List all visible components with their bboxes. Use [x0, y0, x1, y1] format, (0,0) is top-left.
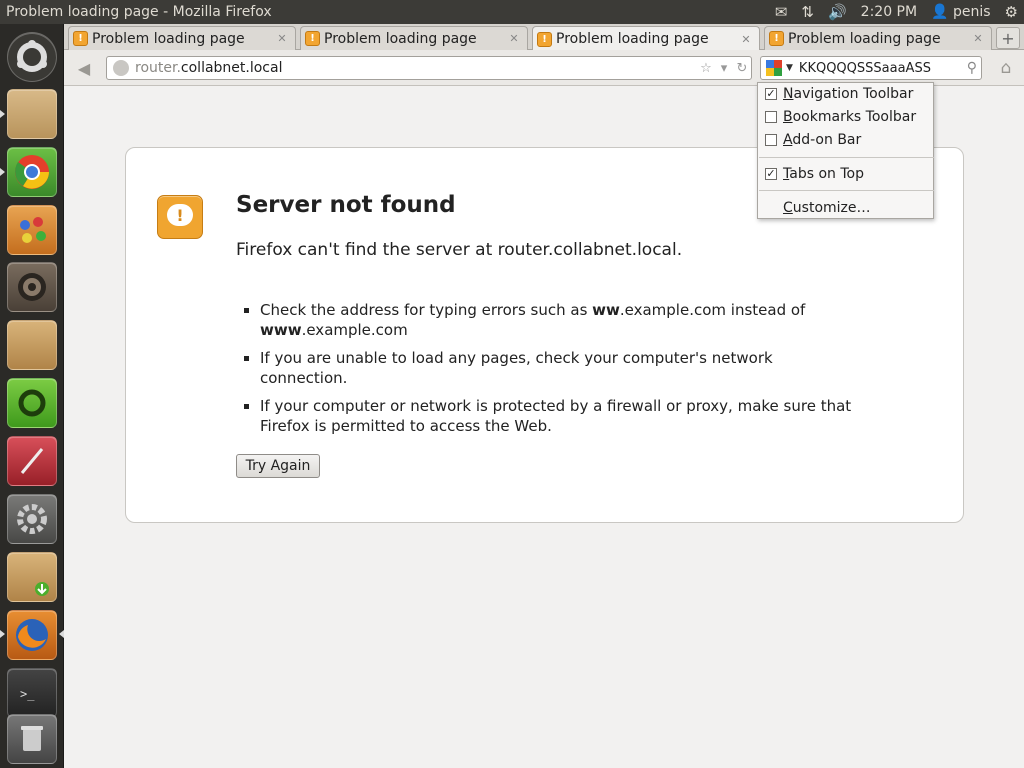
tab-4[interactable]: ! Problem loading page ✕ — [764, 26, 992, 50]
menu-item-label: Tabs on Top — [783, 166, 864, 182]
search-bar[interactable]: ▼ KKQQQQSSSaaaASS ⚲ — [760, 56, 982, 80]
menu-item-label: Add-on Bar — [783, 132, 862, 148]
search-icon[interactable]: ⚲ — [967, 60, 977, 76]
gear-icon[interactable]: ⚙ — [1005, 4, 1018, 20]
back-arrow-icon: ◀ — [77, 58, 91, 78]
speaker-icon[interactable] — [7, 262, 57, 312]
tab-label: Problem loading page — [788, 30, 941, 47]
url-text[interactable]: router.collabnet.local — [135, 60, 697, 76]
files-icon[interactable] — [7, 89, 57, 139]
menu-item-navigation-toolbar[interactable]: ✓ Navigation Toolbar — [758, 83, 933, 105]
user-name: penis — [952, 4, 991, 20]
warning-favicon-icon: ! — [537, 31, 552, 47]
reload-icon[interactable]: ↻ — [733, 61, 751, 76]
home-button[interactable]: ⌂ — [995, 58, 1017, 78]
search-input[interactable]: KKQQQQSSSaaaASS — [799, 61, 967, 76]
running-indicator — [0, 630, 5, 638]
error-title: Server not found — [236, 192, 456, 218]
checkbox-unchecked[interactable] — [765, 111, 777, 123]
engine-dropdown-icon[interactable]: ▼ — [786, 63, 793, 73]
paint-icon[interactable] — [7, 205, 57, 255]
toolbar-context-menu: ✓ Navigation Toolbar Bookmarks Toolbar A… — [757, 82, 934, 219]
close-tab-icon[interactable]: ✕ — [275, 32, 289, 46]
checkbox-checked[interactable]: ✓ — [765, 168, 777, 180]
url-domain: collabnet.local — [180, 60, 283, 76]
menu-item-label: Customize… — [783, 200, 871, 216]
system-tray: ✉ ⇅ 🔊 2:20 PM 👤 penis ⚙ — [775, 4, 1024, 20]
suggestion-item: If your computer or network is protected… — [242, 396, 862, 436]
tab-label: Problem loading page — [92, 30, 245, 47]
close-tab-icon[interactable]: ✕ — [507, 32, 521, 46]
terminal-icon[interactable]: >_ — [7, 668, 57, 718]
unity-launcher: >_ — [0, 24, 64, 768]
close-tab-icon[interactable]: ✕ — [971, 32, 985, 46]
settings-icon[interactable] — [7, 494, 57, 544]
top-panel: Problem loading page - Mozilla Firefox ✉… — [0, 0, 1024, 24]
warning-favicon-icon: ! — [769, 31, 784, 46]
tab-3[interactable]: ! Problem loading page ✕ — [532, 26, 760, 51]
tab-label: Problem loading page — [556, 31, 709, 47]
suggestion-item: If you are unable to load any pages, che… — [242, 348, 862, 388]
error-suggestions: Check the address for typing errors such… — [242, 300, 862, 444]
warning-favicon-icon: ! — [305, 31, 320, 46]
url-bar[interactable]: router.collabnet.local ☆ ▾ ↻ — [106, 56, 752, 80]
warning-favicon-icon: ! — [73, 31, 88, 46]
google-engine-icon[interactable] — [766, 60, 782, 76]
volume-icon[interactable]: 🔊 — [828, 4, 847, 20]
tab-strip: ! Problem loading page ✕ ! Problem loadi… — [64, 24, 1024, 51]
new-tab-button[interactable]: + — [996, 27, 1020, 49]
user-icon: 👤 — [931, 4, 949, 20]
menu-item-tabs-on-top[interactable]: ✓ Tabs on Top — [758, 163, 933, 185]
running-indicator — [0, 168, 5, 176]
warning-bubble-icon: ! — [157, 195, 203, 239]
svg-text:>_: >_ — [20, 687, 35, 701]
suggestion-item: Check the address for typing errors such… — [242, 300, 862, 340]
clock[interactable]: 2:20 PM — [861, 4, 917, 20]
menu-item-label: Bookmarks Toolbar — [783, 109, 917, 125]
back-button[interactable]: ◀ — [72, 58, 96, 78]
package-icon[interactable] — [7, 320, 57, 370]
url-prefix: router. — [135, 60, 181, 76]
menu-item-label: Navigation Toolbar — [783, 86, 914, 102]
bookmark-star-icon[interactable]: ☆ — [697, 61, 715, 76]
menu-item-customize[interactable]: Customize… — [758, 197, 933, 219]
menu-separator — [759, 190, 934, 191]
user-menu[interactable]: 👤 penis — [931, 4, 990, 20]
menu-separator — [759, 157, 934, 158]
ubuntu-one-icon[interactable] — [7, 378, 57, 428]
tab-label: Problem loading page — [324, 30, 477, 47]
dash-home-icon[interactable] — [7, 32, 57, 82]
firefox-icon[interactable] — [7, 610, 57, 660]
tab-1[interactable]: ! Problem loading page ✕ — [68, 26, 296, 50]
tab-2[interactable]: ! Problem loading page ✕ — [300, 26, 528, 50]
mail-icon[interactable]: ✉ — [775, 4, 788, 20]
running-indicator — [0, 110, 5, 118]
network-icon[interactable]: ⇅ — [801, 4, 814, 20]
close-tab-icon[interactable]: ✕ — [739, 32, 753, 46]
chrome-icon[interactable] — [7, 147, 57, 197]
error-description: Firefox can't find the server at router.… — [236, 240, 683, 260]
trash-icon[interactable] — [7, 714, 57, 764]
menu-item-addon-bar[interactable]: Add-on Bar — [758, 129, 933, 151]
download-package-icon[interactable] — [7, 552, 57, 602]
navigation-toolbar: ◀ router.collabnet.local ☆ ▾ ↻ ▼ KKQQQQS… — [64, 50, 1024, 86]
checkbox-unchecked[interactable] — [765, 134, 777, 146]
menu-item-bookmarks-toolbar[interactable]: Bookmarks Toolbar — [758, 106, 933, 128]
checkbox-checked[interactable]: ✓ — [765, 88, 777, 100]
try-again-button[interactable]: Try Again — [236, 454, 320, 478]
site-identity-icon[interactable] — [113, 60, 129, 76]
home-icon: ⌂ — [1000, 58, 1012, 78]
history-dropdown-icon[interactable]: ▾ — [715, 61, 733, 76]
magic-wand-icon[interactable] — [7, 436, 57, 486]
window-title: Problem loading page - Mozilla Firefox — [6, 4, 272, 20]
plus-icon: + — [1001, 28, 1015, 48]
